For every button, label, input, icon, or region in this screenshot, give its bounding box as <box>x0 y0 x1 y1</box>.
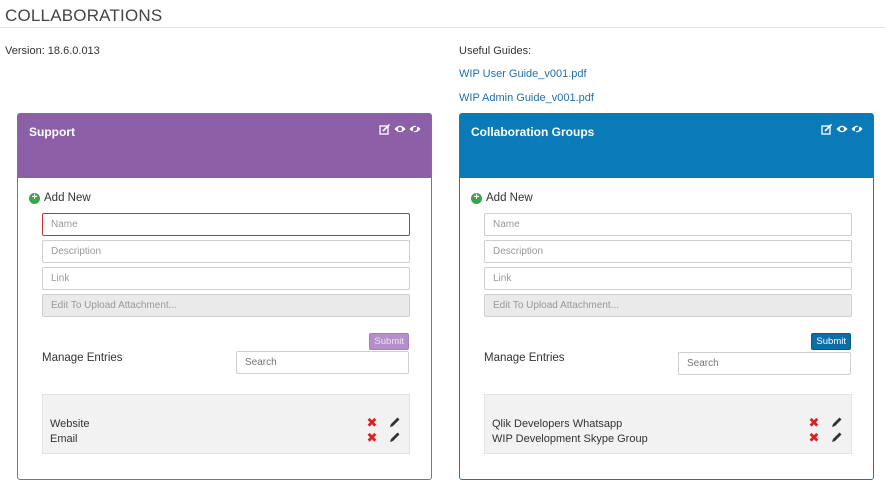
eye-icon[interactable] <box>394 123 406 135</box>
plus-circle-icon: + <box>29 192 40 204</box>
name-input[interactable] <box>42 213 410 236</box>
header-icon-group <box>821 123 863 135</box>
version-text: Version: 18.6.0.013 <box>5 45 100 57</box>
panel-title: Collaboration Groups <box>471 125 595 139</box>
list-item: Qlik Developers Whatsapp <box>492 418 623 430</box>
delete-x-icon[interactable]: ✖ <box>366 431 378 444</box>
entries-list: Qlik Developers Whatsapp ✖ WIP Developme… <box>484 394 852 454</box>
add-new-text: Add New <box>486 192 533 204</box>
page-title: COLLABORATIONS <box>5 6 163 25</box>
search-input[interactable] <box>678 352 851 375</box>
edit-icon[interactable] <box>821 123 833 135</box>
submit-button[interactable]: Submit <box>369 333 409 350</box>
collaboration-groups-panel: Collaboration Groups + Add New Edit To U… <box>459 113 874 480</box>
link-input[interactable] <box>42 267 410 290</box>
support-panel: Support + Add New Edit To Upload Attachm… <box>17 113 432 480</box>
add-new-label[interactable]: + Add New <box>471 192 533 204</box>
attachment-upload-field[interactable]: Edit To Upload Attachment... <box>484 294 852 317</box>
row-actions: ✖ <box>808 431 843 444</box>
link-input[interactable] <box>484 267 852 290</box>
panel-title: Support <box>29 125 75 139</box>
name-input[interactable] <box>484 213 852 236</box>
edit-icon[interactable] <box>379 123 391 135</box>
attachment-upload-field[interactable]: Edit To Upload Attachment... <box>42 294 410 317</box>
add-new-text: Add New <box>44 192 91 204</box>
row-actions: ✖ <box>366 431 401 444</box>
eye-slash-icon[interactable] <box>851 123 863 135</box>
plus-circle-icon: + <box>471 192 482 204</box>
support-panel-header: Support <box>18 114 431 178</box>
delete-x-icon[interactable]: ✖ <box>366 416 378 429</box>
header-icon-group <box>379 123 421 135</box>
eye-icon[interactable] <box>836 123 848 135</box>
add-new-label[interactable]: + Add New <box>29 192 91 204</box>
list-item: Email <box>50 433 78 445</box>
useful-guides-label: Useful Guides: <box>459 45 532 57</box>
pencil-icon[interactable] <box>830 416 843 429</box>
guide-link-user[interactable]: WIP User Guide_v001.pdf <box>459 68 587 80</box>
guide-link-admin[interactable]: WIP Admin Guide_v001.pdf <box>459 92 594 104</box>
row-actions: ✖ <box>808 416 843 429</box>
delete-x-icon[interactable]: ✖ <box>808 431 820 444</box>
pencil-icon[interactable] <box>388 416 401 429</box>
entries-list: Website ✖ Email ✖ <box>42 394 410 454</box>
groups-panel-header: Collaboration Groups <box>460 114 873 178</box>
submit-button[interactable]: Submit <box>811 333 851 350</box>
pencil-icon[interactable] <box>830 431 843 444</box>
manage-entries-label: Manage Entries <box>484 352 565 364</box>
row-actions: ✖ <box>366 416 401 429</box>
list-item: WIP Development Skype Group <box>492 433 648 445</box>
description-input[interactable] <box>42 240 410 263</box>
search-input[interactable] <box>236 351 409 374</box>
pencil-icon[interactable] <box>388 431 401 444</box>
delete-x-icon[interactable]: ✖ <box>808 416 820 429</box>
list-item: Website <box>50 418 90 430</box>
eye-slash-icon[interactable] <box>409 123 421 135</box>
title-divider <box>0 27 885 28</box>
description-input[interactable] <box>484 240 852 263</box>
manage-entries-label: Manage Entries <box>42 352 123 364</box>
